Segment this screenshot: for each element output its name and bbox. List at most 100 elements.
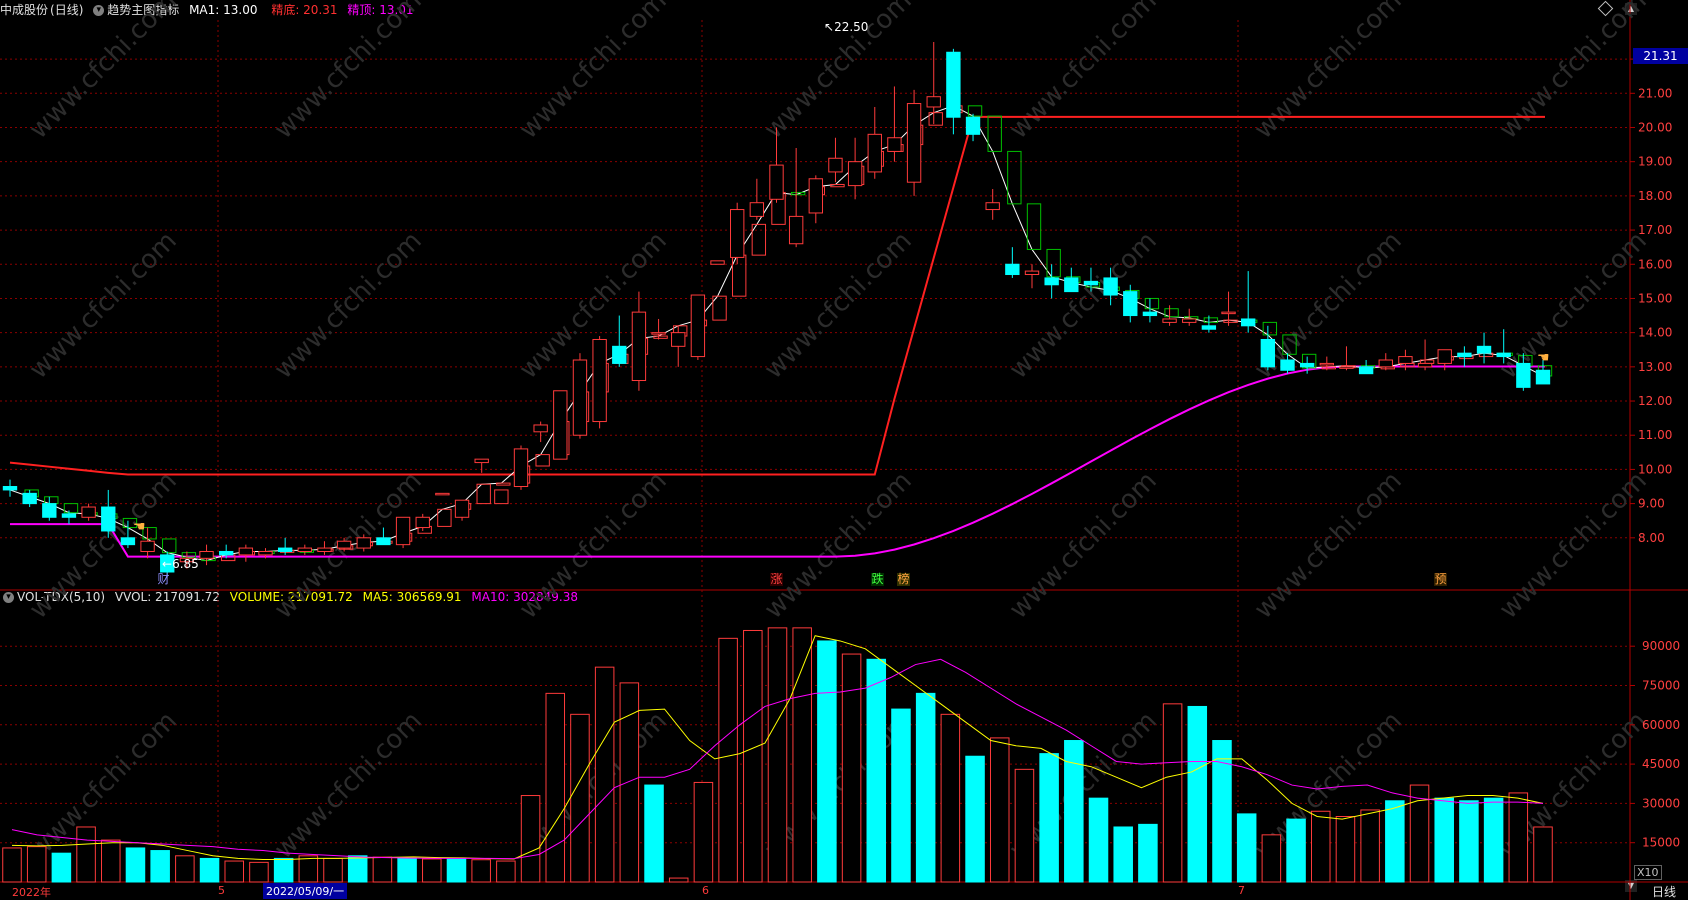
candle-down bbox=[2, 486, 18, 491]
candle-up bbox=[238, 547, 254, 556]
event-marker-cai[interactable]: 财 bbox=[157, 573, 170, 586]
candle-up bbox=[1339, 366, 1354, 369]
candle-up bbox=[1162, 318, 1177, 323]
candle-up bbox=[258, 550, 273, 556]
hand-pointer-icon[interactable]: ☚ bbox=[1537, 350, 1550, 366]
volume-bar-up bbox=[101, 839, 121, 883]
volume-bar-up bbox=[1533, 826, 1553, 883]
volume-bar-up bbox=[989, 737, 1010, 883]
volume-bar-up bbox=[619, 682, 640, 883]
watermark-text: www.cfchi.com bbox=[1494, 0, 1653, 145]
candle-up bbox=[1378, 359, 1393, 368]
volume-bar-up bbox=[1162, 703, 1183, 883]
period-tab[interactable]: 日线 bbox=[1652, 883, 1676, 900]
candle-up bbox=[631, 311, 647, 382]
volume-bar-down bbox=[347, 855, 368, 883]
candle-up bbox=[788, 215, 804, 245]
watermark-text: www.cfchi.com bbox=[514, 466, 673, 625]
event-marker-zhang[interactable]: 涨 bbox=[770, 573, 783, 586]
volume-bar-up bbox=[323, 857, 343, 883]
volume-bar-up bbox=[1261, 834, 1282, 883]
volume-tick-label: 15000 bbox=[1642, 836, 1680, 850]
volume-bar-up bbox=[1508, 792, 1529, 883]
volume-bar-up bbox=[693, 781, 714, 883]
candle-up bbox=[297, 547, 312, 552]
candle-up bbox=[572, 359, 588, 436]
watermark-text: www.cfchi.com bbox=[1249, 466, 1408, 625]
price-tick-label: 14.00 bbox=[1638, 326, 1672, 340]
candle-down bbox=[1280, 359, 1295, 371]
volume-bar-down bbox=[1039, 753, 1059, 883]
candle-up bbox=[651, 332, 666, 335]
date-label-year: 2022年 bbox=[12, 886, 51, 899]
candle-down bbox=[1241, 318, 1256, 327]
candle-up bbox=[1182, 318, 1197, 323]
watermark-text: www.cfchi.com bbox=[1494, 226, 1653, 385]
candle-up bbox=[317, 547, 332, 552]
high-value: 22.50 bbox=[834, 20, 869, 34]
volume-bar-down bbox=[199, 857, 220, 883]
volume-bar-down bbox=[397, 857, 417, 883]
date-label-jun: 6 bbox=[702, 884, 709, 897]
price-tick-label: 8.00 bbox=[1638, 531, 1665, 545]
candle-up bbox=[671, 332, 686, 347]
volume-bar-down bbox=[1385, 800, 1405, 883]
candle-up bbox=[926, 96, 941, 108]
low-value: 6.85 bbox=[172, 557, 199, 571]
watermark-text: www.cfchi.com bbox=[1004, 0, 1163, 145]
support-line bbox=[10, 365, 1545, 558]
volume-bar-down bbox=[866, 658, 887, 883]
candle-up bbox=[808, 178, 823, 214]
candle-up bbox=[730, 209, 745, 258]
candle-down bbox=[1260, 338, 1276, 368]
candle-up bbox=[533, 424, 548, 433]
candle-up bbox=[553, 390, 568, 460]
candle-down bbox=[1083, 280, 1099, 286]
price-tick-label: 17.00 bbox=[1638, 223, 1672, 237]
volume-bar-up bbox=[496, 860, 516, 883]
candle-up bbox=[887, 137, 902, 152]
volume-bar-up bbox=[545, 692, 566, 883]
candle-down bbox=[101, 506, 116, 532]
price-tick-label: 19.00 bbox=[1638, 155, 1672, 169]
volume-bar-up bbox=[718, 637, 738, 883]
volume-bar-down bbox=[446, 857, 467, 883]
volume-bar-down bbox=[965, 755, 985, 883]
candle-down bbox=[120, 537, 136, 546]
volume-bar-down bbox=[125, 847, 146, 883]
event-marker-yu[interactable]: 预 bbox=[1434, 573, 1447, 586]
candle-up bbox=[1398, 356, 1413, 364]
volume-tick-label: 45000 bbox=[1642, 757, 1680, 771]
candle-down bbox=[1457, 352, 1472, 358]
price-tick-label: 18.00 bbox=[1638, 189, 1672, 203]
candle-down bbox=[612, 345, 627, 364]
candle-up bbox=[710, 260, 725, 265]
volume-bar-up bbox=[471, 859, 491, 883]
watermark-text: www.cfchi.com bbox=[24, 0, 183, 145]
candle-up bbox=[867, 133, 882, 173]
price-tick-label: 9.00 bbox=[1638, 497, 1665, 511]
watermark-text: www.cfchi.com bbox=[269, 706, 428, 865]
volume-tick-label: 30000 bbox=[1642, 796, 1680, 810]
event-marker-die[interactable]: 跌 bbox=[871, 573, 884, 586]
watermark-text: www.cfchi.com bbox=[24, 226, 183, 385]
candle-down bbox=[1123, 291, 1138, 317]
stock-chart[interactable]: www.cfchi.com www.cfchi.com www.cfchi.com w… bbox=[0, 0, 1688, 900]
candle-down bbox=[219, 550, 234, 556]
candle-down bbox=[22, 492, 37, 505]
volume-bar-up bbox=[422, 858, 442, 883]
event-marker-bang[interactable]: 榜 bbox=[897, 573, 910, 586]
volume-bar-up bbox=[767, 627, 788, 883]
candle-down bbox=[1476, 345, 1492, 354]
candle-down bbox=[1005, 263, 1020, 276]
candle-down bbox=[61, 513, 77, 518]
volume-bar-down bbox=[1434, 797, 1454, 883]
volume-bar-up bbox=[224, 860, 245, 883]
candle-down bbox=[42, 503, 57, 518]
price-tick-label: 16.00 bbox=[1638, 257, 1672, 271]
trend-box bbox=[653, 335, 668, 339]
hand-pointer-icon[interactable]: ☚ bbox=[133, 519, 146, 535]
candle-up bbox=[395, 516, 411, 546]
watermark-text: www.cfchi.com bbox=[1494, 466, 1653, 625]
candle-down bbox=[1103, 277, 1118, 296]
